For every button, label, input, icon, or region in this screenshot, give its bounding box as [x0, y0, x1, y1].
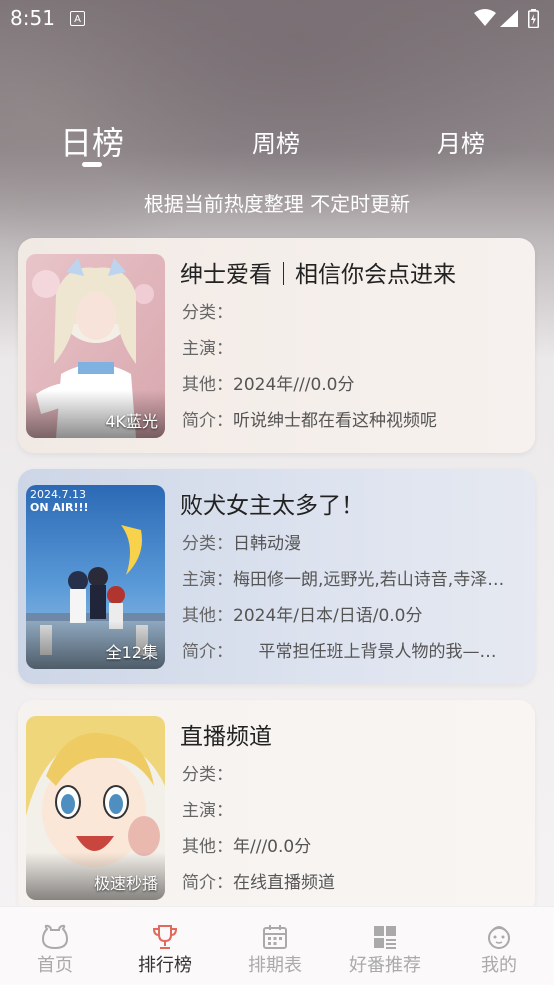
poster-date-text: 2024.7.13	[30, 488, 86, 501]
item-intro: 简介： 平常担任班上背景人物的我—…	[182, 642, 497, 662]
tab-daily[interactable]: 日榜	[60, 118, 124, 164]
poster-badge: 全12集	[105, 643, 158, 662]
nav-schedule[interactable]: 排期表	[220, 907, 330, 985]
notification-icon: A	[70, 11, 85, 26]
ranking-card[interactable]: 4K蓝光 绅士爱看｜相信你会点进来 分类： 主演： 其他：2024年///0.0…	[18, 238, 535, 453]
ranking-subtitle: 根据当前热度整理 不定时更新	[143, 192, 411, 216]
item-other: 其他：年///0.0分	[182, 837, 312, 857]
item-category: 分类：	[182, 303, 233, 323]
battery-icon	[528, 9, 539, 28]
wifi-icon	[474, 9, 496, 26]
item-title[interactable]: 败犬女主太多了！	[180, 486, 364, 520]
tab-monthly[interactable]: 月榜	[437, 124, 485, 159]
item-category: 分类：	[182, 765, 233, 785]
item-title[interactable]: 直播频道	[180, 717, 272, 751]
item-cast: 主演：	[182, 339, 233, 359]
nav-recommend-label: 好番推荐	[349, 955, 421, 976]
nav-ranking[interactable]: 排行榜	[110, 907, 220, 985]
ranking-card[interactable]: 极速秒播 直播频道 分类： 主演： 其他：年///0.0分 简介：在线直播频道	[18, 700, 535, 915]
item-intro: 简介：在线直播频道	[182, 873, 335, 893]
item-other: 其他：2024年///0.0分	[182, 375, 355, 395]
signal-icon	[500, 10, 518, 27]
nav-recommend[interactable]: 好番推荐	[330, 907, 440, 985]
item-cast: 主演：梅田修一朗,远野光,若山诗音,寺泽…	[182, 570, 505, 590]
tab-weekly[interactable]: 周榜	[252, 124, 300, 159]
nav-profile-label: 我的	[481, 955, 517, 976]
item-other: 其他：2024年/日本/日语/0.0分	[182, 606, 423, 626]
item-intro: 简介：听说绅士都在看这种视频呢	[182, 411, 437, 431]
nav-home-label: 首页	[37, 955, 73, 976]
item-cast: 主演：	[182, 801, 233, 821]
trophy-icon	[152, 925, 178, 949]
poster-image[interactable]: 4K蓝光	[26, 254, 165, 438]
nav-schedule-label: 排期表	[248, 955, 302, 976]
status-bar: 8:51 A	[0, 0, 554, 38]
ranking-tabs: 日榜 周榜 月榜	[0, 110, 554, 180]
svg-text:ON AIR!!!: ON AIR!!!	[30, 501, 89, 514]
item-category: 分类：日韩动漫	[182, 534, 301, 554]
nav-profile[interactable]: 我的	[444, 907, 554, 985]
poster-badge: 4K蓝光	[105, 412, 158, 431]
item-title[interactable]: 绅士爱看｜相信你会点进来	[180, 255, 456, 289]
calendar-icon	[263, 925, 287, 949]
poster-badge: 极速秒播	[93, 874, 158, 893]
nav-home[interactable]: 首页	[0, 907, 110, 985]
grid-icon	[374, 926, 396, 949]
nav-ranking-label: 排行榜	[138, 955, 192, 976]
tab-indicator	[82, 162, 102, 167]
ranking-card[interactable]: 2024.7.13 ON AIR!!! 全12集 败犬女主太多了！ 分类：日韩动…	[18, 469, 535, 684]
bottom-nav: 首页 排行榜 排期表 好番推荐 我的	[0, 906, 554, 985]
clock: 8:51	[10, 6, 55, 30]
poster-image[interactable]: 极速秒播	[26, 716, 165, 900]
poster-image[interactable]: 2024.7.13 ON AIR!!! 全12集	[26, 485, 165, 669]
home-bear-icon	[41, 924, 69, 950]
face-icon	[488, 926, 510, 949]
